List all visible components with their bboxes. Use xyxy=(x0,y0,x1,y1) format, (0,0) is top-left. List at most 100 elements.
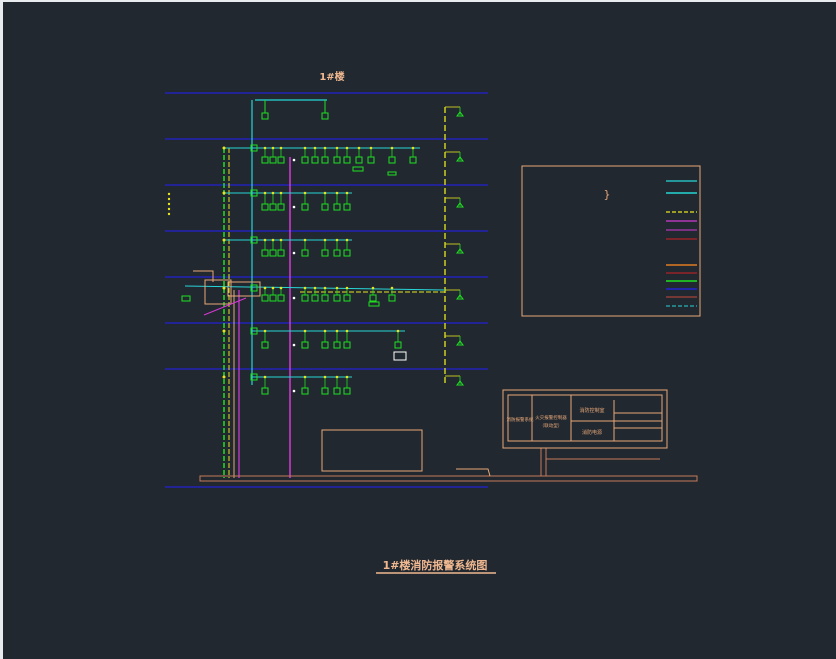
detector xyxy=(277,203,285,211)
detector xyxy=(261,112,269,120)
junction-dot xyxy=(303,146,307,150)
detector xyxy=(343,203,351,211)
junction-dot xyxy=(345,146,349,150)
side-alarm-symbols xyxy=(445,106,464,386)
junction-dot xyxy=(279,191,283,195)
detector xyxy=(343,249,351,257)
detector xyxy=(388,294,396,302)
detector xyxy=(321,203,329,211)
junction-dot xyxy=(303,375,307,379)
legend-frame xyxy=(521,165,701,317)
junction-dot xyxy=(323,146,327,150)
manual-call-point xyxy=(292,389,296,393)
detector xyxy=(343,387,351,395)
table-cell-controller: 火灾报警控制器 xyxy=(535,414,567,421)
detector xyxy=(261,387,269,395)
table-cell-system: 消防报警系统 xyxy=(507,416,534,423)
dot xyxy=(167,192,171,196)
detector xyxy=(343,156,351,164)
junction-dot xyxy=(390,146,394,150)
junction-box xyxy=(227,281,261,297)
junction-dot xyxy=(271,286,275,290)
junction-dot xyxy=(345,329,349,333)
detector xyxy=(269,156,277,164)
detector xyxy=(321,249,329,257)
detector xyxy=(394,341,402,349)
detector xyxy=(321,341,329,349)
junction-dot xyxy=(263,146,267,150)
manual-call-point xyxy=(292,205,296,209)
detector xyxy=(261,294,269,302)
dot xyxy=(167,212,171,216)
junction-dot xyxy=(357,146,361,150)
junction-dot xyxy=(323,238,327,242)
junction-dot xyxy=(335,375,339,379)
bottom-trunk xyxy=(199,448,698,482)
legend-panel: } xyxy=(521,165,701,317)
building-label: 1#楼 xyxy=(319,70,344,83)
manual-call-point xyxy=(292,251,296,255)
riser-junction xyxy=(222,329,226,333)
junction-dot xyxy=(371,286,375,290)
junction-dot xyxy=(323,286,327,290)
floor-top-devices xyxy=(255,99,329,120)
junction-dot xyxy=(335,286,339,290)
manual-call-point xyxy=(292,158,296,162)
detector xyxy=(333,387,341,395)
control-table: 消防报警系统 火灾报警控制器 （联动型） 消防控制室 消防电源 xyxy=(502,389,668,449)
hydrant-button xyxy=(393,351,407,361)
junction-dot xyxy=(335,238,339,242)
junction-dot xyxy=(263,329,267,333)
detector xyxy=(343,341,351,349)
junction-dot xyxy=(345,191,349,195)
detector xyxy=(333,249,341,257)
detector xyxy=(333,341,341,349)
junction-box xyxy=(204,279,232,305)
detector xyxy=(261,341,269,349)
drawing-title: 1#楼消防报警系统图 xyxy=(383,558,488,572)
detector xyxy=(301,341,309,349)
detector xyxy=(367,156,375,164)
detector xyxy=(261,156,269,164)
junction-dot xyxy=(279,238,283,242)
detector xyxy=(277,294,285,302)
dot xyxy=(167,207,171,211)
detector xyxy=(277,249,285,257)
junction-dot xyxy=(303,329,307,333)
junction-dot xyxy=(271,191,275,195)
junction-dot xyxy=(303,286,307,290)
leader-line xyxy=(203,297,247,316)
junction-dot xyxy=(303,191,307,195)
equipment-box xyxy=(321,429,423,472)
legend-brace: } xyxy=(604,188,611,201)
detector xyxy=(369,294,377,302)
detector xyxy=(261,249,269,257)
junction-dot xyxy=(335,329,339,333)
junction-dot xyxy=(313,146,317,150)
detector xyxy=(277,156,285,164)
junction-dot xyxy=(263,286,267,290)
leader-line xyxy=(456,468,491,477)
detector xyxy=(301,203,309,211)
junction-dot xyxy=(411,146,415,150)
detector xyxy=(333,294,341,302)
junction-dot xyxy=(335,146,339,150)
junction-dot xyxy=(279,286,283,290)
detector xyxy=(301,294,309,302)
junction-dot xyxy=(323,329,327,333)
manual-call-point xyxy=(292,343,296,347)
detector xyxy=(321,387,329,395)
junction-dot xyxy=(323,375,327,379)
table-cell-control-room: 消防控制室 xyxy=(579,407,604,414)
sounder xyxy=(352,166,364,172)
riser-junction xyxy=(222,375,226,379)
left-annotation-dots xyxy=(167,192,171,216)
junction-dot xyxy=(263,375,267,379)
junction-dot xyxy=(303,238,307,242)
detector xyxy=(409,156,417,164)
detector xyxy=(261,203,269,211)
detector xyxy=(321,156,329,164)
fire-alarm-system-drawing: 1#楼} 消防报警系统 火灾报警控制器 （联动型） 消防控制室 消防电源 1#… xyxy=(165,70,701,574)
riser-junction xyxy=(222,146,226,150)
detector xyxy=(321,112,329,120)
